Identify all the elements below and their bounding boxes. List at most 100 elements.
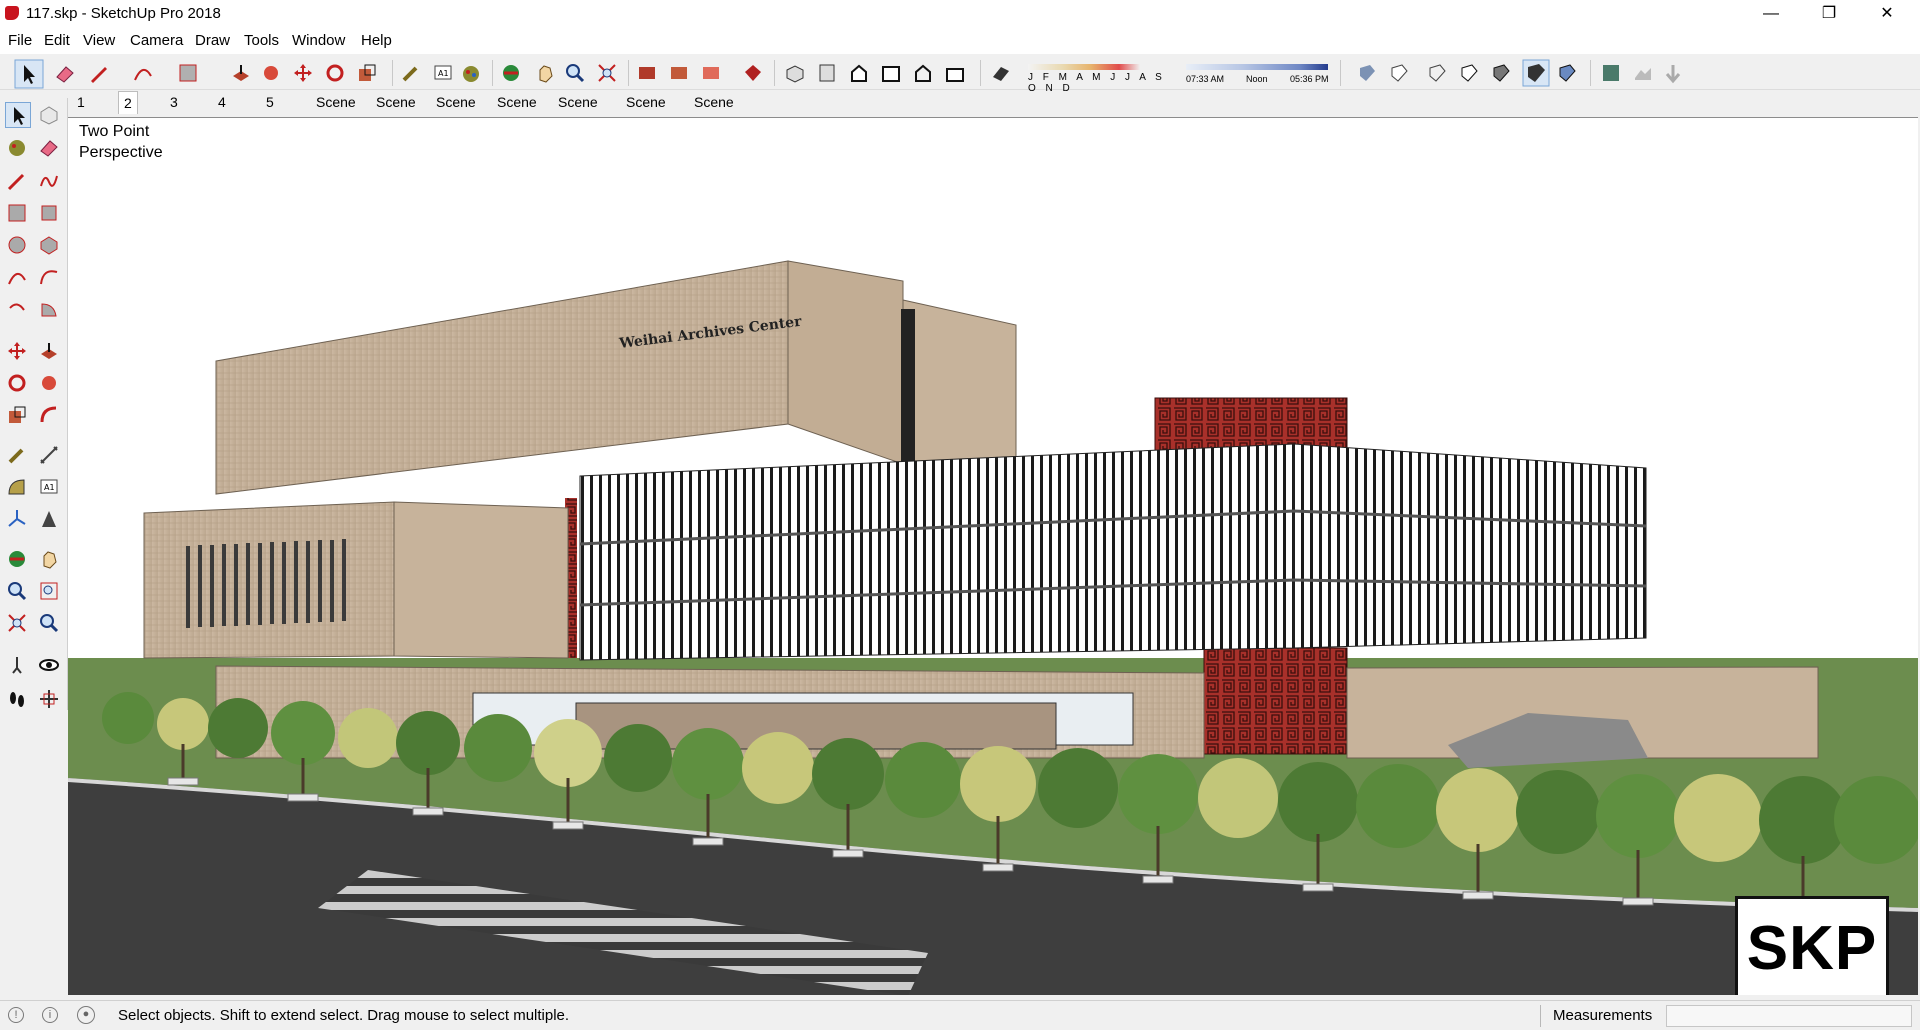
make-component-icon[interactable] [38,104,60,126]
arc-icon[interactable] [6,266,28,288]
scene-tab[interactable]: Scene 11 [621,91,671,132]
hidden-line-style-icon[interactable] [1458,62,1480,84]
scene-tab[interactable]: 3 [165,91,183,114]
right-view-icon[interactable] [880,62,902,84]
rectangle-icon[interactable] [177,62,199,84]
walk-icon[interactable] [6,688,28,710]
menu-help[interactable]: Help [361,32,392,49]
scene-tab[interactable]: 4 [213,91,231,114]
scene-tab-active[interactable]: 2 [118,91,138,114]
menu-edit[interactable]: Edit [44,32,70,49]
position-camera-icon[interactable] [6,654,28,676]
follow-me-icon[interactable] [260,62,282,84]
line-icon[interactable] [6,170,28,192]
menu-draw[interactable]: Draw [195,32,230,49]
measurements-input[interactable] [1666,1005,1912,1027]
section-plane-icon[interactable] [38,688,60,710]
back-view-icon[interactable] [912,62,934,84]
move-icon[interactable] [292,62,314,84]
dimension-icon[interactable] [38,444,60,466]
scene-tab[interactable]: Scene 7 [371,91,421,132]
tape-measure-icon[interactable] [400,62,422,84]
text-icon[interactable]: A1 [38,476,60,498]
back-edges-style-icon[interactable] [1388,62,1410,84]
scale-icon[interactable] [356,62,378,84]
geolocation-icon[interactable]: ! [8,1007,24,1023]
monochrome-style-icon[interactable] [1556,62,1578,84]
extension-icon[interactable] [742,62,764,84]
eraser-icon[interactable] [38,136,60,158]
scene-tab[interactable]: Scene 10 [553,91,603,132]
model-viewport[interactable]: Weihai Archives Center Two Point Perspec… [68,117,1918,995]
shaded-textures-style-icon[interactable] [1522,59,1550,87]
photo-textures-icon[interactable] [1662,62,1684,84]
pan-icon[interactable] [38,548,60,570]
paint-bucket-icon[interactable] [6,136,28,158]
zoom-icon[interactable] [564,62,586,84]
three-point-arc-icon[interactable] [6,298,28,320]
pie-icon[interactable] [38,298,60,320]
menu-view[interactable]: View [83,32,115,49]
extension-warehouse-icon[interactable] [700,62,722,84]
pencil-line-icon[interactable] [88,62,110,84]
polygon-icon[interactable] [38,234,60,256]
scene-tab[interactable]: 1 [72,91,90,114]
shadow-time-slider[interactable]: 07:33 AM Noon 05:36 PM [1184,61,1330,87]
orbit-icon[interactable] [500,62,522,84]
protractor-icon[interactable] [6,476,28,498]
follow-me-icon[interactable] [38,372,60,394]
text-icon[interactable]: A1 [432,62,454,84]
scene-tab[interactable]: Scene 9 [492,91,542,132]
zoom-icon[interactable] [6,580,28,602]
pan-icon[interactable] [534,62,556,84]
push-pull-icon[interactable] [38,340,60,362]
front-view-icon[interactable] [848,62,870,84]
warehouse-icon[interactable] [636,62,658,84]
eraser-icon[interactable] [54,62,76,84]
rotate-icon[interactable] [324,62,346,84]
previous-view-icon[interactable] [38,612,60,634]
axes-icon[interactable] [6,508,28,530]
add-location-icon[interactable] [1600,62,1622,84]
menu-file[interactable]: File [8,32,32,49]
arc-icon[interactable] [132,62,154,84]
user-account-icon[interactable]: ● [77,1006,95,1024]
shadows-toggle-icon[interactable] [990,62,1012,84]
push-pull-icon[interactable] [230,62,252,84]
xray-style-icon[interactable] [1356,62,1378,84]
top-view-icon[interactable] [816,62,838,84]
paint-bucket-icon[interactable] [460,62,482,84]
menu-window[interactable]: Window [292,32,345,49]
zoom-extents-icon[interactable] [6,612,28,634]
shadow-date-slider[interactable]: J F M A M J J A S O N D [1024,61,1172,94]
scene-tab[interactable]: Scene 6 [311,91,361,132]
rotated-rectangle-icon[interactable] [38,202,60,224]
iso-view-icon[interactable] [784,62,806,84]
zoom-extents-icon[interactable] [596,62,618,84]
maximize-button[interactable]: ❐ [1800,0,1858,28]
left-view-icon[interactable] [944,62,966,84]
zoom-window-icon[interactable] [38,580,60,602]
look-around-icon[interactable] [38,654,60,676]
circle-icon[interactable] [6,234,28,256]
share-model-icon[interactable] [668,62,690,84]
wireframe-style-icon[interactable] [1426,62,1448,84]
credits-icon[interactable]: i [42,1007,58,1023]
minimize-button[interactable]: — [1742,0,1800,28]
freehand-icon[interactable] [38,170,60,192]
tape-measure-icon[interactable] [6,444,28,466]
scene-tab[interactable]: 5 [261,91,279,114]
select-icon[interactable] [14,59,44,89]
two-point-arc-icon[interactable] [38,266,60,288]
rotate-icon[interactable] [6,372,28,394]
shaded-style-icon[interactable] [1490,62,1512,84]
move-icon[interactable] [6,340,28,362]
offset-icon[interactable] [38,404,60,426]
menu-tools[interactable]: Tools [244,32,279,49]
menu-camera[interactable]: Camera [130,32,183,49]
close-button[interactable]: ✕ [1858,0,1916,28]
toggle-terrain-icon[interactable] [1632,62,1654,84]
scene-tab[interactable]: Scene 12 [689,91,739,132]
orbit-icon[interactable] [6,548,28,570]
3d-text-icon[interactable] [38,508,60,530]
